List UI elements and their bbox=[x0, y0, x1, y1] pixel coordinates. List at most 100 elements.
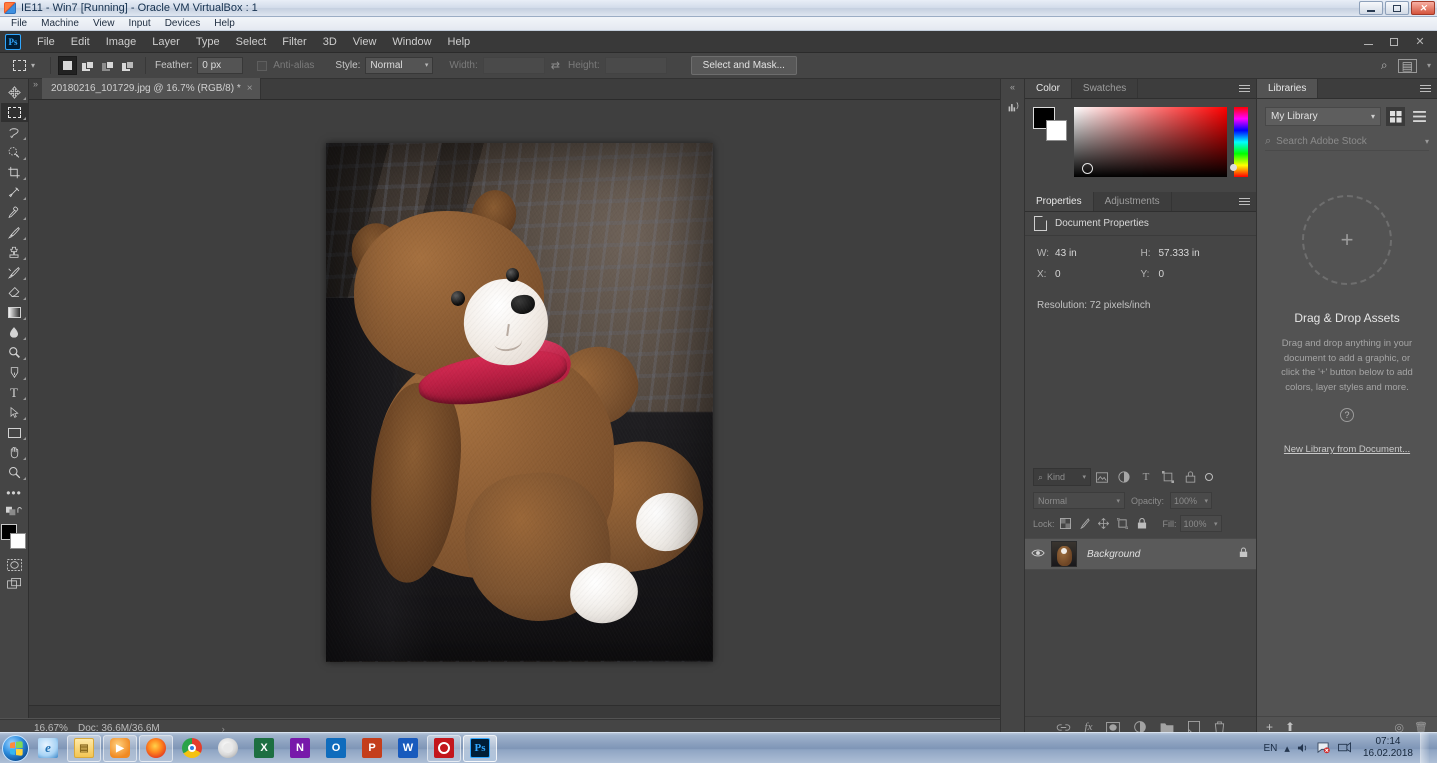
document-tab-close-icon[interactable]: × bbox=[247, 83, 253, 94]
filter-adjustment-layers-icon[interactable] bbox=[1113, 468, 1135, 486]
taskbar-onenote[interactable]: N bbox=[283, 735, 317, 762]
taskbar-excel[interactable]: X bbox=[247, 735, 281, 762]
rectangle-tool[interactable] bbox=[1, 423, 28, 442]
add-layer-mask-icon[interactable] bbox=[1106, 721, 1121, 733]
history-brush-tool[interactable] bbox=[1, 263, 28, 282]
lock-image-pixels-icon[interactable] bbox=[1077, 516, 1093, 531]
layer-row-background[interactable]: Background bbox=[1025, 538, 1256, 570]
collapse-panels-icon[interactable]: « bbox=[1001, 79, 1024, 92]
tab-properties[interactable]: Properties bbox=[1025, 192, 1094, 211]
tray-show-hidden-icons-chevron-up-icon[interactable]: ▴ bbox=[1284, 742, 1290, 755]
vbox-minimize-button[interactable] bbox=[1359, 1, 1383, 15]
canvas-horizontal-scrollbar[interactable] bbox=[29, 705, 1011, 718]
intersect-selection-button[interactable] bbox=[118, 56, 137, 75]
layer-visibility-eye-icon[interactable] bbox=[1025, 548, 1051, 561]
ps-menu-window[interactable]: Window bbox=[384, 33, 439, 51]
dodge-tool[interactable] bbox=[1, 343, 28, 362]
vbox-menu-help[interactable]: Help bbox=[207, 18, 242, 29]
tab-swatches[interactable]: Swatches bbox=[1072, 79, 1139, 98]
layer-kind-filter[interactable]: ⌕ Kind ▾ bbox=[1033, 468, 1091, 486]
search-icon[interactable]: ⌕ bbox=[1381, 58, 1388, 73]
subtract-from-selection-button[interactable] bbox=[98, 56, 117, 75]
lasso-tool[interactable] bbox=[1, 123, 28, 142]
workspace-switcher-icon[interactable]: ▤ bbox=[1397, 58, 1417, 73]
crop-tool[interactable] bbox=[1, 163, 28, 182]
fill-value[interactable]: 100% ▾ bbox=[1179, 515, 1222, 532]
color-panel-swatches[interactable] bbox=[1033, 107, 1067, 141]
taskbar-chrome[interactable] bbox=[175, 735, 209, 762]
ps-menu-select[interactable]: Select bbox=[228, 33, 275, 51]
hand-tool[interactable] bbox=[1, 443, 28, 462]
vbox-menu-machine[interactable]: Machine bbox=[34, 18, 86, 29]
link-layers-icon[interactable] bbox=[1056, 723, 1071, 732]
style-select[interactable]: Normal ▾ bbox=[365, 57, 434, 74]
tray-action-center-flag-icon[interactable] bbox=[1317, 742, 1331, 754]
lock-position-icon[interactable] bbox=[1096, 516, 1112, 531]
workspace-chevron-down-icon[interactable]: ▾ bbox=[1427, 61, 1431, 70]
filter-smart-objects-icon[interactable] bbox=[1179, 468, 1201, 486]
foreground-background-color-swatches[interactable] bbox=[1, 524, 27, 550]
tab-color[interactable]: Color bbox=[1025, 79, 1072, 98]
color-background-swatch[interactable] bbox=[1046, 120, 1067, 141]
taskbar-powerpoint[interactable]: P bbox=[355, 735, 389, 762]
path-selection-tool[interactable] bbox=[1, 403, 28, 422]
x-value[interactable]: 0 bbox=[1055, 269, 1061, 280]
edit-toolbar-ellipsis-icon[interactable]: ••• bbox=[1, 483, 28, 502]
taskbar-opera[interactable] bbox=[211, 735, 245, 762]
filter-toggle-switch[interactable] bbox=[1205, 473, 1213, 481]
layer-name[interactable]: Background bbox=[1087, 549, 1140, 560]
anti-alias-checkbox[interactable] bbox=[257, 60, 268, 71]
new-selection-button[interactable] bbox=[58, 56, 78, 75]
tabbar-grip-icon[interactable]: » bbox=[29, 79, 42, 92]
taskbar-word[interactable]: W bbox=[391, 735, 425, 762]
default-colors-icon[interactable] bbox=[1, 503, 28, 519]
vbox-menu-devices[interactable]: Devices bbox=[158, 18, 208, 29]
eyedropper-tool[interactable] bbox=[1, 183, 28, 202]
brush-tool[interactable] bbox=[1, 223, 28, 242]
properties-panel-menu-icon[interactable] bbox=[1239, 198, 1250, 207]
canvas-area[interactable] bbox=[29, 100, 1024, 718]
tool-preset-chevron-down-icon[interactable]: ▾ bbox=[31, 61, 35, 70]
height-value[interactable]: 57.333 in bbox=[1159, 248, 1200, 259]
taskbar-windows-media-player[interactable]: ▶ bbox=[103, 734, 137, 762]
document-tab[interactable]: 20180216_101729.jpg @ 16.7% (RGB/8) * × bbox=[42, 78, 261, 99]
rectangular-marquee-tool[interactable] bbox=[0, 103, 28, 122]
filter-shape-layers-icon[interactable] bbox=[1157, 468, 1179, 486]
taskbar-outlook[interactable]: O bbox=[319, 735, 353, 762]
ps-menu-file[interactable]: File bbox=[29, 33, 63, 51]
ps-menu-help[interactable]: Help bbox=[440, 33, 479, 51]
vbox-menu-view[interactable]: View bbox=[86, 18, 122, 29]
library-select[interactable]: My Library ▾ bbox=[1265, 107, 1381, 126]
ps-menu-edit[interactable]: Edit bbox=[63, 33, 98, 51]
gradient-tool[interactable] bbox=[1, 303, 28, 322]
width-input[interactable] bbox=[482, 57, 545, 74]
ps-restore-button[interactable] bbox=[1381, 32, 1407, 52]
color-panel-menu-icon[interactable] bbox=[1239, 85, 1250, 94]
width-value[interactable]: 43 in bbox=[1055, 248, 1077, 259]
swap-dimensions-icon[interactable]: ⇄ bbox=[551, 59, 560, 72]
rectangular-marquee-icon[interactable] bbox=[10, 58, 28, 74]
clone-stamp-tool[interactable] bbox=[1, 243, 28, 262]
lock-artboard-nesting-icon[interactable] bbox=[1115, 516, 1131, 531]
color-spectrum-field[interactable] bbox=[1074, 107, 1227, 177]
help-question-icon[interactable]: ? bbox=[1340, 407, 1354, 422]
lock-transparent-pixels-icon[interactable] bbox=[1058, 516, 1074, 531]
ps-minimize-button[interactable] bbox=[1355, 32, 1381, 52]
start-orb-button[interactable] bbox=[2, 734, 29, 762]
taskbar-firefox[interactable] bbox=[139, 734, 173, 762]
select-and-mask-button[interactable]: Select and Mask... bbox=[690, 56, 797, 75]
ps-menu-filter[interactable]: Filter bbox=[274, 33, 314, 51]
filter-pixel-layers-icon[interactable] bbox=[1091, 468, 1113, 486]
tray-language-indicator[interactable]: EN bbox=[1264, 743, 1278, 754]
background-color-swatch[interactable] bbox=[10, 533, 26, 549]
new-group-folder-icon[interactable] bbox=[1160, 722, 1174, 733]
eraser-tool[interactable] bbox=[1, 283, 28, 302]
y-value[interactable]: 0 bbox=[1159, 269, 1165, 280]
zoom-tool[interactable] bbox=[1, 463, 28, 482]
spot-healing-brush-tool[interactable] bbox=[1, 203, 28, 222]
drop-target-plus-icon[interactable]: + bbox=[1302, 195, 1392, 285]
quick-mask-mode-icon[interactable] bbox=[1, 555, 28, 574]
tab-libraries[interactable]: Libraries bbox=[1257, 79, 1319, 98]
screen-mode-icon[interactable] bbox=[1, 575, 28, 594]
vbox-menu-input[interactable]: Input bbox=[121, 18, 157, 29]
